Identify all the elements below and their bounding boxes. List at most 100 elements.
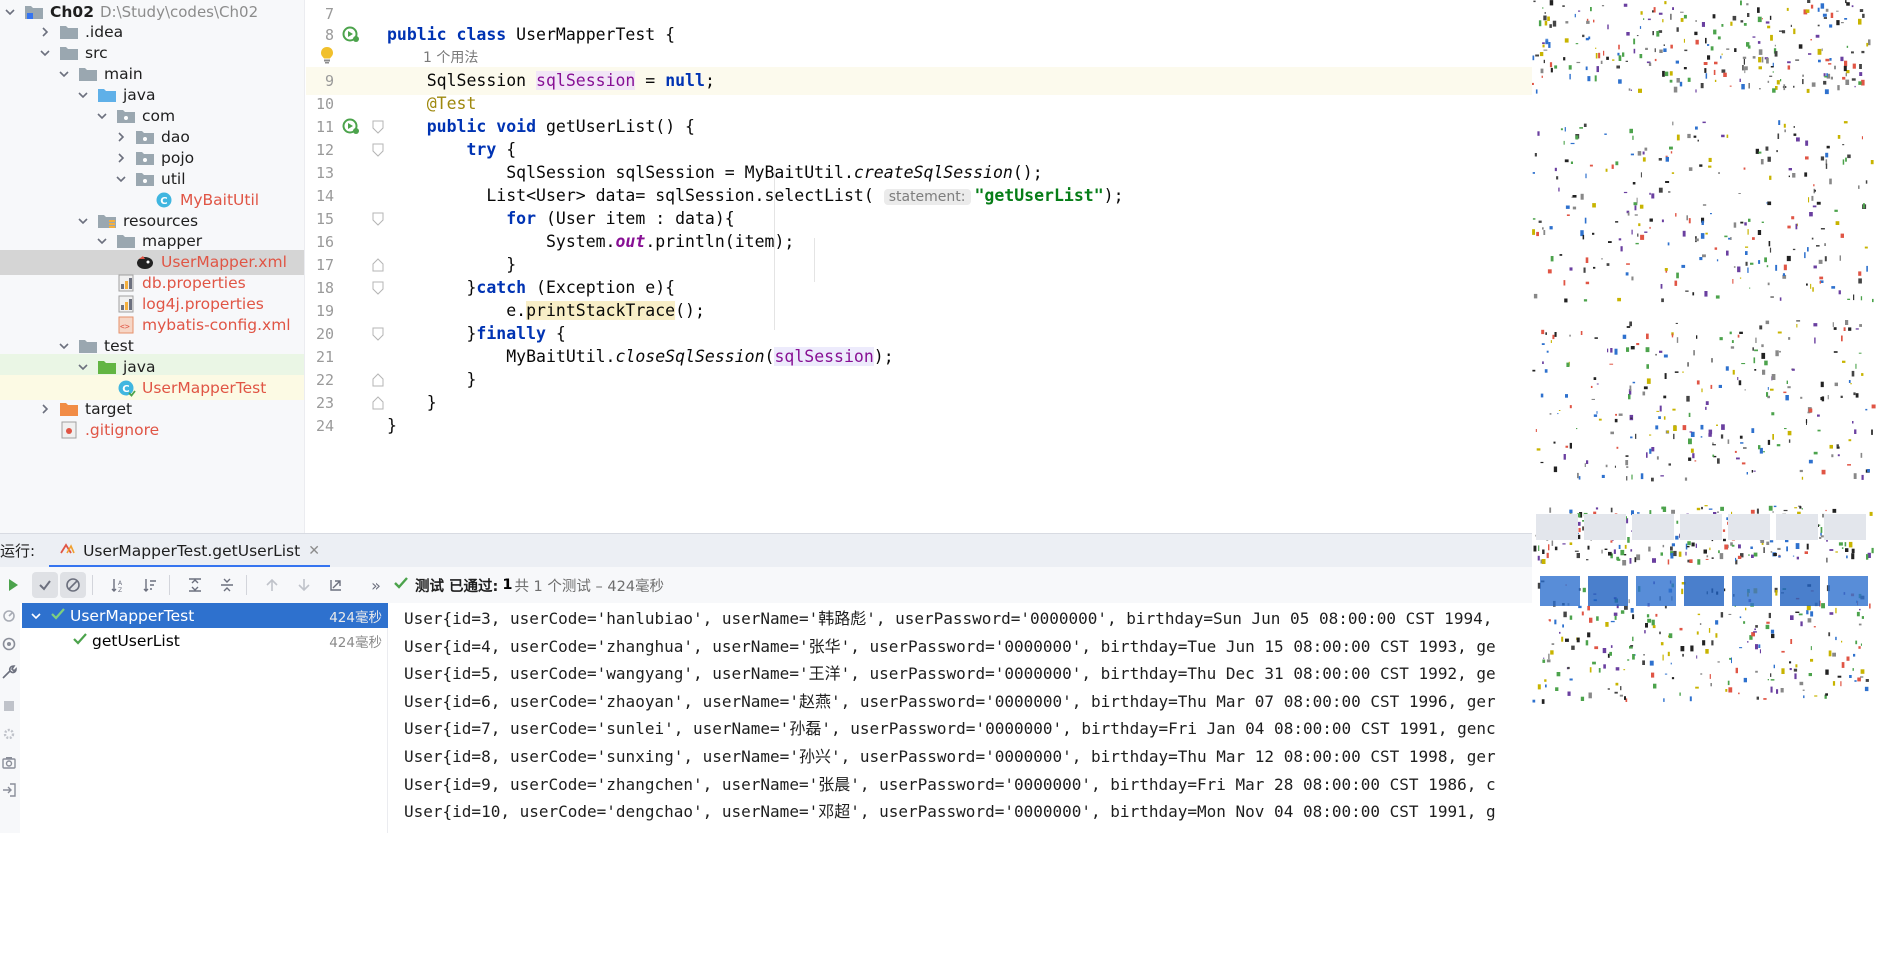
toolbar-separator — [169, 575, 170, 595]
test-row-class[interactable]: UserMapperTest 424毫秒 — [22, 603, 388, 628]
fold-end-icon[interactable] — [372, 373, 384, 387]
noise-speck — [1783, 84, 1786, 91]
noise-speck — [1620, 686, 1622, 691]
show-passed-icon[interactable] — [32, 572, 58, 598]
rerun-icon[interactable] — [0, 572, 26, 598]
gear-icon[interactable] — [1, 726, 17, 742]
sort-by-duration-icon[interactable] — [137, 572, 163, 598]
fold-icon[interactable] — [372, 120, 384, 134]
run-tab[interactable]: UserMapperTest.getUserList ✕ — [49, 534, 330, 568]
chevron-down-icon[interactable] — [37, 45, 53, 61]
project-tree[interactable]: Ch02 D:\Study\codes\Ch02 .idea src main java c… — [0, 0, 305, 533]
noise-speck — [1825, 58, 1830, 62]
expand-all-icon[interactable] — [182, 572, 208, 598]
noise-speck — [1663, 44, 1665, 46]
test-results-tree[interactable]: UserMapperTest 424毫秒 getUserList 424毫秒 — [22, 603, 388, 833]
test-row-method[interactable]: getUserList 424毫秒 — [22, 628, 388, 653]
fold-icon[interactable] — [372, 281, 384, 295]
code-editor[interactable]: 7 8 public class UserMapperTest { 1 个用法 … — [306, 0, 1532, 533]
chevron-down-icon[interactable] — [2, 4, 18, 20]
noise-speck — [1700, 233, 1705, 239]
noise-speck — [1761, 344, 1764, 348]
stop-icon[interactable] — [1, 698, 17, 714]
chevron-right-icon[interactable] — [113, 129, 129, 145]
chevron-down-icon[interactable] — [56, 338, 72, 354]
noise-speck — [1724, 544, 1729, 550]
chevron-down-icon[interactable] — [28, 608, 44, 624]
noise-speck — [1872, 298, 1874, 303]
noise-speck — [1808, 53, 1812, 55]
noise-speck — [1620, 549, 1625, 556]
noise-speck — [1688, 167, 1693, 171]
previous-failed-icon[interactable] — [259, 572, 285, 598]
noise-speck — [1644, 630, 1646, 634]
usage-hint[interactable]: 1 个用法 — [321, 46, 478, 68]
chevron-down-icon[interactable] — [94, 108, 110, 124]
tree-item-label: target — [85, 399, 133, 418]
noise-block — [1824, 514, 1866, 540]
noise-speck — [1613, 612, 1618, 616]
chevron-right-icon[interactable] — [37, 24, 53, 40]
camera-icon[interactable] — [1, 754, 17, 770]
chevron-down-icon[interactable] — [75, 359, 91, 375]
tree-item[interactable]: .gitignore — [0, 417, 304, 442]
noise-speck — [1741, 84, 1745, 90]
show-ignored-icon[interactable] — [60, 572, 86, 598]
fold-icon[interactable] — [372, 143, 384, 157]
fold-icon[interactable] — [372, 327, 384, 341]
noise-speck — [1542, 7, 1544, 9]
close-icon[interactable]: ✕ — [308, 543, 320, 559]
chevron-right-icon[interactable] — [113, 150, 129, 166]
noise-speck — [1710, 683, 1712, 687]
noise-speck — [1549, 0, 1554, 6]
chevron-right-icon[interactable] — [37, 401, 53, 417]
console-line: User{id=8, userCode='sunxing', userName=… — [404, 747, 1496, 766]
fold-icon[interactable] — [372, 212, 384, 226]
chevron-down-icon[interactable] — [75, 87, 91, 103]
wrench-icon[interactable] — [1, 664, 17, 680]
line-number: 14 — [315, 186, 334, 205]
noise-speck — [1777, 547, 1781, 550]
more-chevron-icon[interactable]: » — [369, 572, 383, 598]
chevron-down-icon[interactable] — [56, 66, 72, 82]
import-tests-icon[interactable] — [323, 572, 349, 598]
project-path: D:\Study\codes\Ch02 — [99, 2, 259, 21]
login-icon[interactable] — [1, 782, 17, 798]
noise-speck — [1807, 247, 1809, 252]
noise-speck — [1740, 20, 1744, 23]
settings-icon[interactable] — [1, 636, 17, 652]
noise-speck — [1720, 434, 1724, 439]
fold-end-icon[interactable] — [372, 258, 384, 272]
noise-speck — [1705, 73, 1708, 79]
run-test-gutter-icon[interactable] — [341, 25, 361, 45]
console-output[interactable]: User{id=3, userCode='hanlubiao', userNam… — [390, 603, 1532, 833]
collapse-all-icon[interactable] — [214, 572, 240, 598]
fold-end-icon[interactable] — [372, 396, 384, 410]
noise-speck — [1845, 79, 1850, 85]
noise-speck — [1552, 334, 1555, 340]
debug-icon[interactable] — [1, 608, 17, 624]
noise-speck — [1798, 613, 1803, 616]
test-duration: 424毫秒 — [329, 609, 382, 626]
noise-speck — [1862, 13, 1865, 18]
chevron-down-icon[interactable] — [75, 213, 91, 229]
noise-speck — [1835, 636, 1837, 641]
noise-speck — [1663, 395, 1667, 399]
noise-speck — [1792, 555, 1795, 557]
noise-speck — [1580, 193, 1584, 200]
next-failed-icon[interactable] — [291, 572, 317, 598]
package-icon — [135, 149, 155, 167]
noise-speck — [1604, 133, 1607, 135]
noise-speck — [1765, 146, 1769, 151]
sort-alphabetically-icon[interactable]: AZ — [105, 572, 131, 598]
noise-speck — [1696, 335, 1698, 339]
lightbulb-icon[interactable] — [319, 46, 335, 68]
noise-block — [1536, 514, 1578, 540]
noise-speck — [1541, 343, 1545, 345]
run-test-gutter-icon[interactable] — [341, 117, 361, 137]
noise-speck — [1604, 548, 1608, 550]
noise-speck — [1709, 547, 1711, 551]
noise-speck — [1854, 680, 1857, 682]
chevron-down-icon[interactable] — [94, 233, 110, 249]
chevron-down-icon[interactable] — [113, 171, 129, 187]
